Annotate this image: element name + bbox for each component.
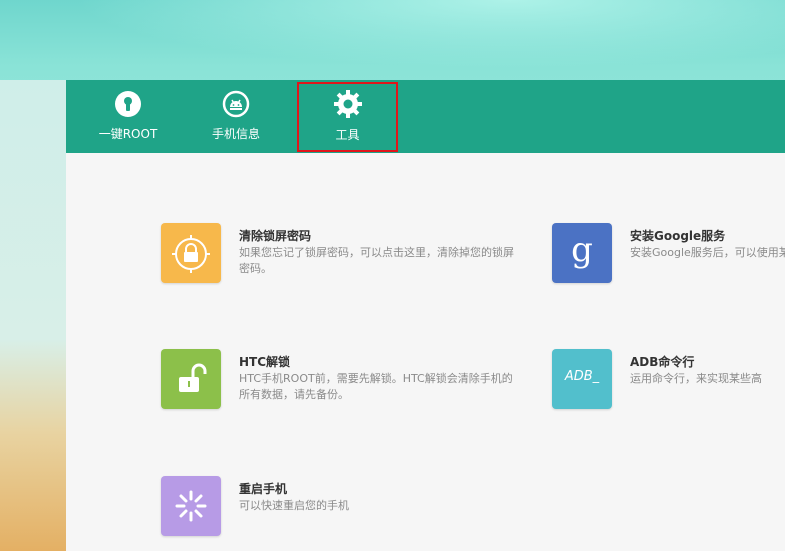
desktop-background bbox=[0, 80, 66, 551]
android-icon bbox=[222, 90, 250, 118]
tab-label: 一键ROOT bbox=[98, 127, 158, 141]
tool-title: 重启手机 bbox=[239, 482, 288, 496]
tool-adb-command-line[interactable]: ADB_ ADB命令行 运用命令行，来实现某些高 bbox=[552, 349, 785, 413]
gear-icon bbox=[334, 90, 362, 118]
tool-title: ADB命令行 bbox=[630, 355, 695, 369]
tool-description: 安装Google服务后，可以使用某些大型游戏。 bbox=[630, 246, 785, 259]
tool-title: HTC解锁 bbox=[239, 355, 291, 369]
tool-description: 如果您忘记了锁屏密码，可以点击这里，清除掉您的锁屏密码。 bbox=[239, 246, 514, 275]
tab-label: 手机信息 bbox=[211, 127, 260, 141]
tool-title: 安装Google服务 bbox=[630, 229, 726, 243]
tab-tools[interactable]: 工具 bbox=[297, 82, 398, 152]
tools-panel: 清除锁屏密码 如果您忘记了锁屏密码，可以点击这里，清除掉您的锁屏密码。 g 安装… bbox=[66, 153, 785, 551]
key-icon bbox=[115, 91, 141, 117]
desktop-background-glow bbox=[0, 0, 785, 80]
tool-install-google-services[interactable]: g 安装Google服务 安装Google服务后，可以使用某些大型游戏。 bbox=[552, 223, 785, 287]
tab-phone-info[interactable]: 手机信息 bbox=[184, 80, 288, 153]
tool-description: HTC手机ROOT前，需要先解锁。HTC解锁会清除手机的所有数据，请先备份。 bbox=[239, 372, 513, 401]
tool-restart-phone[interactable]: 重启手机 可以快速重启您的手机 bbox=[161, 476, 521, 540]
tool-description: 运用命令行，来实现某些高 bbox=[630, 372, 762, 385]
google-g-icon: g bbox=[552, 223, 612, 283]
tab-label: 工具 bbox=[335, 128, 360, 142]
app-window: 一键ROOT 手机信息 工具 清除锁屏密码 如果您忘记了锁屏密码，可以点击这里，… bbox=[66, 80, 785, 551]
tool-clear-lock-password[interactable]: 清除锁屏密码 如果您忘记了锁屏密码，可以点击这里，清除掉您的锁屏密码。 bbox=[161, 223, 521, 287]
tool-htc-unlock[interactable]: HTC解锁 HTC手机ROOT前，需要先解锁。HTC解锁会清除手机的所有数据，请… bbox=[161, 349, 521, 413]
top-navigation-bar: 一键ROOT 手机信息 工具 bbox=[66, 80, 785, 153]
lock-icon bbox=[161, 223, 221, 283]
terminal-icon: ADB_ bbox=[552, 349, 612, 409]
tool-title: 清除锁屏密码 bbox=[239, 229, 312, 243]
restart-icon bbox=[161, 476, 221, 536]
tab-one-click-root[interactable]: 一键ROOT bbox=[76, 80, 180, 153]
unlock-icon bbox=[161, 349, 221, 409]
tool-description: 可以快速重启您的手机 bbox=[239, 499, 349, 512]
